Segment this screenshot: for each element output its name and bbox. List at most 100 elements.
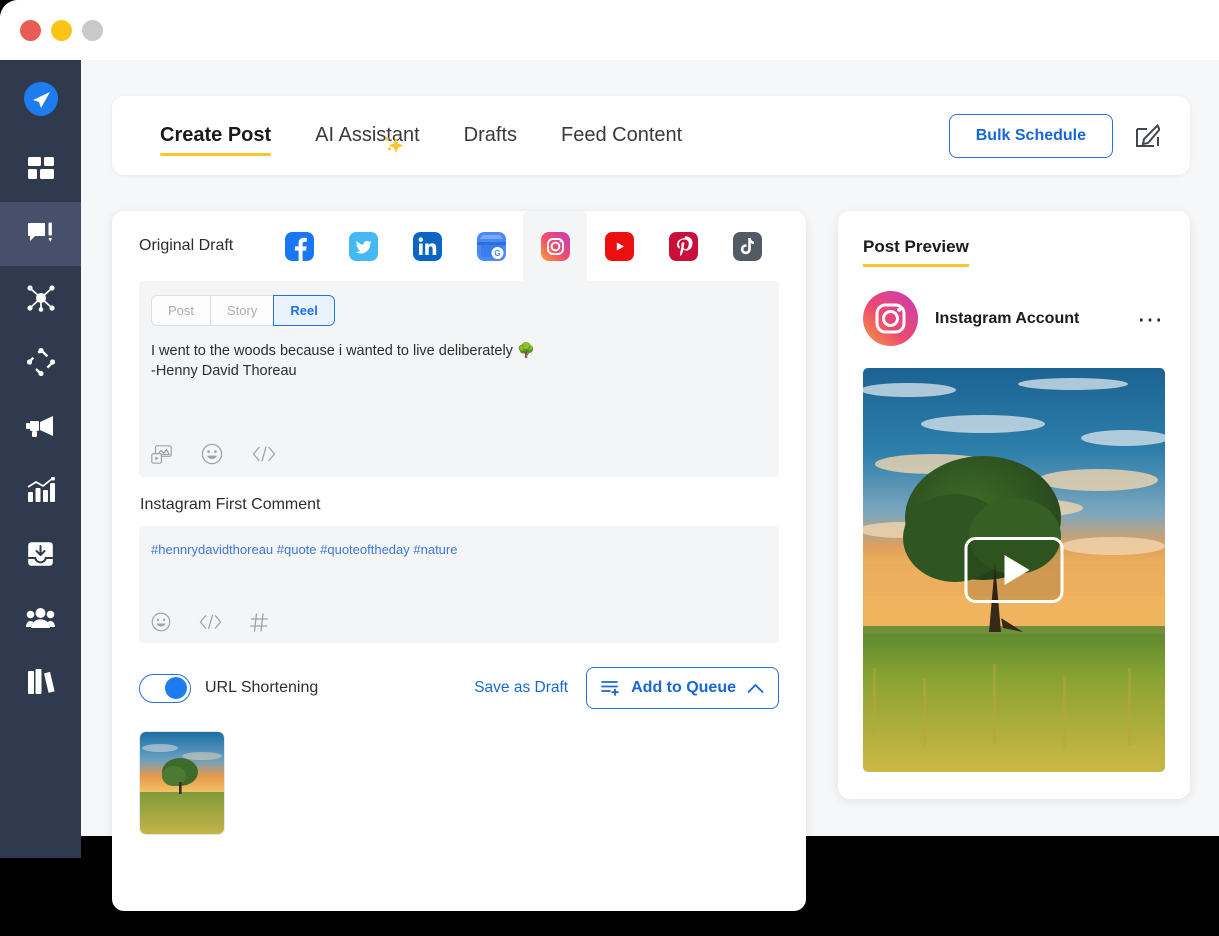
post-type-post[interactable]: Post [151, 295, 210, 326]
code-icon[interactable] [252, 446, 276, 462]
post-text-line-1: I went to the woods because i wanted to … [151, 342, 767, 362]
sidebar-item-inbox[interactable] [0, 522, 81, 586]
add-to-queue-label: Add to Queue [631, 679, 736, 697]
post-preview-title-wrap: Post Preview [863, 237, 1165, 267]
compose-square-button[interactable] [1135, 123, 1160, 148]
google-business-icon: G [477, 232, 506, 261]
screenshot-root: Create Post AI Assistant Drafts Feed Con… [0, 0, 1219, 936]
close-window-button[interactable] [20, 20, 41, 41]
post-preview-card: Post Preview [838, 211, 1190, 799]
app-window: Create Post AI Assistant Drafts Feed Con… [0, 0, 1219, 836]
platform-tab-tiktok[interactable] [715, 211, 779, 281]
first-comment-field[interactable]: #hennrydavidthoreau #quote #quoteoftheda… [139, 526, 779, 643]
post-type-segmented-control: Post Story Reel [151, 295, 335, 326]
preview-account-row: Instagram Account ⋯ [863, 291, 1165, 346]
platform-tabs: Original Draft [139, 211, 779, 281]
tab-ai-assistant[interactable]: AI Assistant [293, 124, 442, 147]
tab-drafts-label: Drafts [464, 124, 517, 146]
url-shortening-toggle[interactable] [139, 674, 191, 703]
url-shortening-label: URL Shortening [205, 679, 318, 697]
first-comment-label: Instagram First Comment [140, 496, 779, 514]
top-tab-card: Create Post AI Assistant Drafts Feed Con… [112, 96, 1190, 175]
grid-dashboard-icon [28, 157, 54, 183]
twitter-icon [349, 232, 378, 261]
emoji-icon[interactable] [201, 443, 223, 465]
primary-tabs: Create Post AI Assistant Drafts Feed Con… [112, 124, 704, 147]
sparkle-icon [374, 132, 408, 171]
main-sidebar [0, 60, 81, 836]
network-hub-icon [27, 284, 55, 312]
svg-text:G: G [494, 249, 500, 258]
attachment-list [139, 731, 779, 835]
preview-media[interactable] [863, 368, 1165, 772]
download-tray-icon [27, 541, 54, 567]
linkedin-icon [413, 232, 442, 261]
people-group-icon [26, 607, 55, 629]
add-to-queue-button[interactable]: Add to Queue [586, 667, 779, 709]
sidebar-item-analytics[interactable] [0, 458, 81, 522]
play-icon[interactable] [965, 537, 1064, 603]
bar-chart-trend-icon [27, 477, 55, 503]
facebook-icon [285, 232, 314, 261]
sidebar-item-dashboard[interactable] [0, 138, 81, 202]
platform-tab-facebook[interactable] [267, 211, 331, 281]
code-icon[interactable] [199, 614, 222, 630]
youtube-icon [605, 232, 634, 261]
save-as-draft-link[interactable]: Save as Draft [474, 679, 568, 697]
bulk-schedule-button[interactable]: Bulk Schedule [949, 114, 1113, 158]
sidebar-item-engage[interactable] [0, 330, 81, 394]
platform-tab-linkedin[interactable] [395, 211, 459, 281]
sidebar-overhang [0, 836, 81, 858]
queue-add-icon [601, 679, 620, 697]
target-diamond-icon [27, 348, 55, 376]
composer-card: Original Draft [112, 211, 806, 836]
composer-action-bar: URL Shortening Save as Draft Add to Queu… [139, 667, 779, 709]
pinterest-icon [669, 232, 698, 261]
tab-create-post-label: Create Post [160, 124, 271, 146]
post-text-line-2: -Henny David Thoreau [151, 362, 767, 382]
sidebar-item-logo[interactable] [0, 60, 81, 138]
minimize-window-button[interactable] [51, 20, 72, 41]
tab-create-post[interactable]: Create Post [138, 124, 293, 147]
chevron-up-icon [747, 683, 764, 694]
platform-tab-twitter[interactable] [331, 211, 395, 281]
composer-card-overhang [112, 836, 806, 911]
platform-tab-youtube[interactable] [587, 211, 651, 281]
sidebar-item-campaigns[interactable] [0, 394, 81, 458]
compose-comment-icon [27, 221, 54, 247]
first-comment-tags: #hennrydavidthoreau #quote #quoteoftheda… [151, 542, 767, 557]
sidebar-item-network[interactable] [0, 266, 81, 330]
post-type-story[interactable]: Story [210, 295, 273, 326]
play-triangle [1004, 555, 1029, 585]
tab-feed-content[interactable]: Feed Content [539, 124, 704, 147]
tab-card-actions: Bulk Schedule [949, 114, 1190, 158]
post-text[interactable]: I went to the woods because i wanted to … [151, 342, 767, 381]
hashtag-icon[interactable] [250, 613, 269, 632]
instagram-icon [863, 291, 918, 346]
paper-plane-icon [22, 80, 60, 118]
platform-tab-pinterest[interactable] [651, 211, 715, 281]
sidebar-item-library[interactable] [0, 650, 81, 714]
more-horizontal-icon[interactable]: ⋯ [1137, 314, 1165, 324]
tiktok-icon [733, 232, 762, 261]
sidebar-item-team[interactable] [0, 586, 81, 650]
preview-account-name: Instagram Account [935, 310, 1079, 328]
window-titlebar [0, 0, 1219, 60]
compose-square-icon [1135, 123, 1160, 148]
post-type-reel[interactable]: Reel [273, 295, 334, 326]
emoji-icon[interactable] [151, 612, 171, 632]
platform-tab-google-business[interactable]: G [459, 211, 523, 281]
tab-feed-content-label: Feed Content [561, 124, 682, 146]
zoom-window-button[interactable] [82, 20, 103, 41]
attachment-thumbnail[interactable] [139, 731, 225, 835]
tab-drafts[interactable]: Drafts [442, 124, 539, 147]
sidebar-item-publish[interactable] [0, 202, 81, 266]
platform-tab-instagram[interactable] [523, 211, 587, 281]
original-draft-label: Original Draft [139, 237, 233, 255]
books-library-icon [27, 669, 55, 695]
post-preview-title: Post Preview [863, 237, 969, 267]
media-icon[interactable] [151, 445, 172, 464]
first-comment-toolbar [151, 612, 269, 632]
post-editor[interactable]: Post Story Reel I went to the woods beca… [139, 281, 779, 477]
toggle-knob [165, 677, 187, 699]
